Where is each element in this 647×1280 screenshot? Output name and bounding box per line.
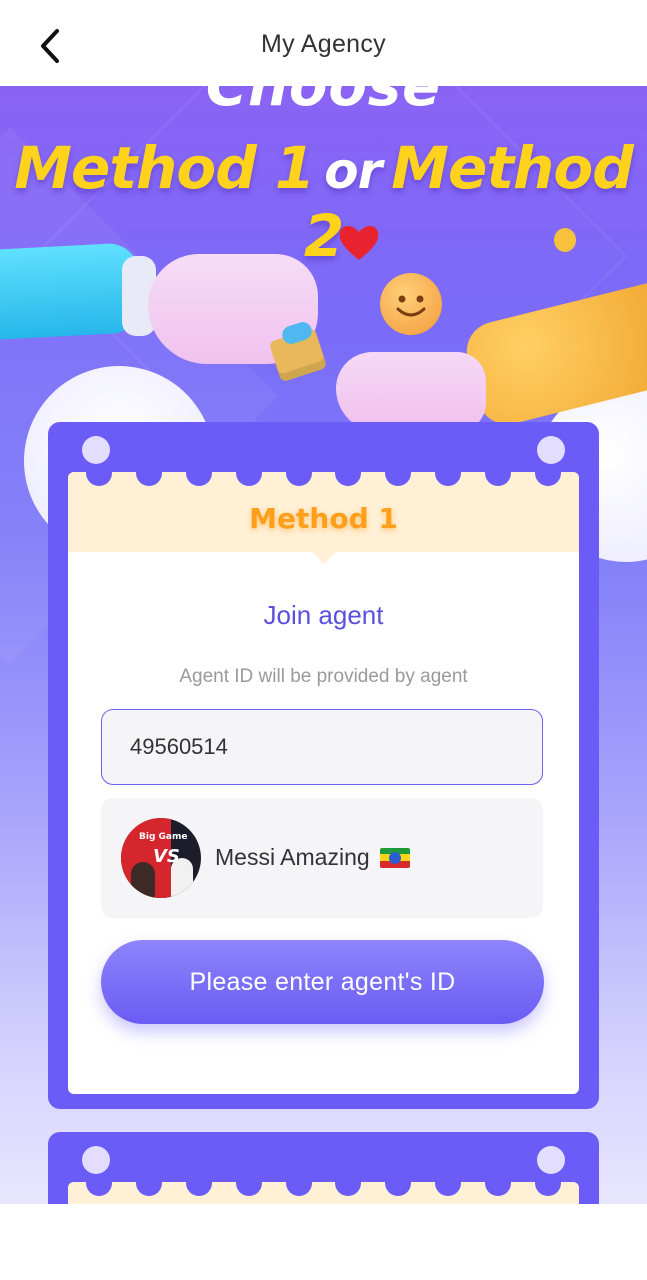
submit-agent-id-button[interactable]: Please enter agent's ID [101,940,544,1024]
method-1-panel: Method 1 Join agent Agent ID will be pro… [68,472,579,1094]
card-hole [82,1146,110,1174]
agent-name-text: Messi Amazing [215,844,370,870]
card-hole [537,436,565,464]
method-1-card: Method 1 Join agent Agent ID will be pro… [48,422,599,1109]
method-1-label: Method 1 [249,502,398,535]
coin-icon [554,228,576,252]
avatar: Big Game VS [121,818,201,898]
bottom-area [0,1204,647,1280]
band-notch [312,552,336,564]
join-agent-title: Join agent [263,600,384,630]
smiley-icon [380,273,442,335]
agent-id-input[interactable]: 49560514 [101,709,543,785]
or-heading: or [324,142,382,200]
scalloped-edge [68,472,579,486]
ethiopia-flag-icon [379,847,410,868]
agent-name: Messi Amazing [215,844,410,871]
top-bar: My Agency [0,0,647,86]
heart-icon [339,225,379,260]
left-sleeve-illustration [0,242,143,340]
card-hole [537,1146,565,1174]
choose-heading: Choose [205,86,442,119]
card-hole [82,436,110,464]
page: My Agency Choose Method 1 or Method 2 Me… [0,0,647,1280]
right-hand-illustration [336,352,486,432]
agent-id-hint: Agent ID will be provided by agent [179,666,468,687]
page-title: My Agency [261,30,386,58]
scalloped-edge [68,1182,579,1196]
agent-result[interactable]: Big Game VS Messi Amazing [101,798,543,918]
method-1-heading: Method 1 [14,134,315,202]
